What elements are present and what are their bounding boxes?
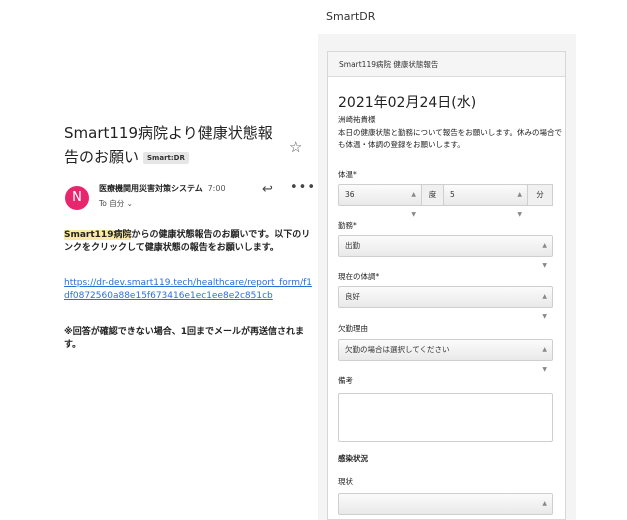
chevron-down-icon: ▲▼ [542,293,547,320]
work-label: 勤務* [338,221,357,230]
star-icon[interactable]: ☆ [289,138,302,156]
work-value: 出勤 [345,241,360,250]
more-options-icon[interactable]: ••• [290,180,316,195]
sender-name: 医療機関用災害対策システム [99,184,203,193]
absence-reason-placeholder: 欠勤の場合は選択してください [345,345,450,354]
temperature-decimal-select[interactable]: 5 ▲ ▼ [443,184,528,218]
condition-value: 良好 [345,292,360,301]
remarks-textarea[interactable] [338,393,553,442]
absence-reason-label: 欠勤理由 [338,324,368,333]
email-subject: Smart119病院より健康状態報告のお願い Smart:DR [64,121,284,169]
form-header: Smart119病院 健康状態報告 [328,52,565,77]
temperature-integer-select[interactable]: 36 ▲ ▼ [338,184,422,218]
form-description: 本日の健康状態と勤務について報告をお願いします。休みの場合でも体温・体調の登録を… [338,128,563,149]
temperature-label: 体温* [338,170,357,179]
remarks-label: 備考 [338,376,353,385]
chevron-down-icon: ▲▼ [542,242,547,269]
chevron-down-icon: ▲▼ [542,346,547,373]
hospital-highlight: Smart119病院 [64,230,132,240]
condition-label: 現在の体調* [338,272,380,281]
chevron-down-icon: ▲▼ [542,500,547,507]
resend-note: ※回答が確認できない場合、1回までメールが再送信されます。 [64,327,305,350]
reply-icon[interactable]: ↩ [262,182,273,197]
current-status-select[interactable]: ▲▼ [338,493,553,515]
temperature-decimal-value: 5 [450,190,455,199]
report-form-card: Smart119病院 健康状態報告 2021年02月24日(水) 洲崎祐貴様 本… [327,51,566,520]
sender-line: 医療機関用災害対策システム 7:00 [99,183,226,194]
condition-select[interactable]: 良好 ▲ ▼ [338,286,553,320]
infection-status-heading: 感染状況 [338,454,368,463]
fraction-unit: 分 [527,184,553,206]
chevron-down-icon: ▲▼ [411,191,416,218]
avatar: N [65,186,89,210]
email-pane: Smart119病院より健康状態報告のお願い Smart:DR ☆ N 医療機関用… [0,0,318,520]
degree-unit: 度 [421,184,444,206]
email-label-tag[interactable]: Smart:DR [143,151,189,164]
email-body: Smart119病院からの健康状態報告のお願いです。以下のリンクをクリックして健… [64,229,314,255]
work-select[interactable]: 出勤 ▲ ▼ [338,235,553,269]
email-time: 7:00 [207,184,226,193]
report-link[interactable]: https://dr-dev.smart119.tech/healthcare/… [64,277,314,303]
chevron-down-icon: ▲▼ [517,191,522,218]
absence-reason-select[interactable]: 欠勤の場合は選択してください ▲ ▼ [338,339,553,373]
user-name: 洲崎祐貴様 [338,115,376,124]
current-status-label: 現状 [338,477,353,486]
temperature-integer-value: 36 [345,190,355,199]
report-date: 2021年02月24日(水) [338,95,477,111]
app-title: SmartDR [326,10,376,23]
recipient-dropdown[interactable]: To 自分 ⌄ [99,198,133,209]
